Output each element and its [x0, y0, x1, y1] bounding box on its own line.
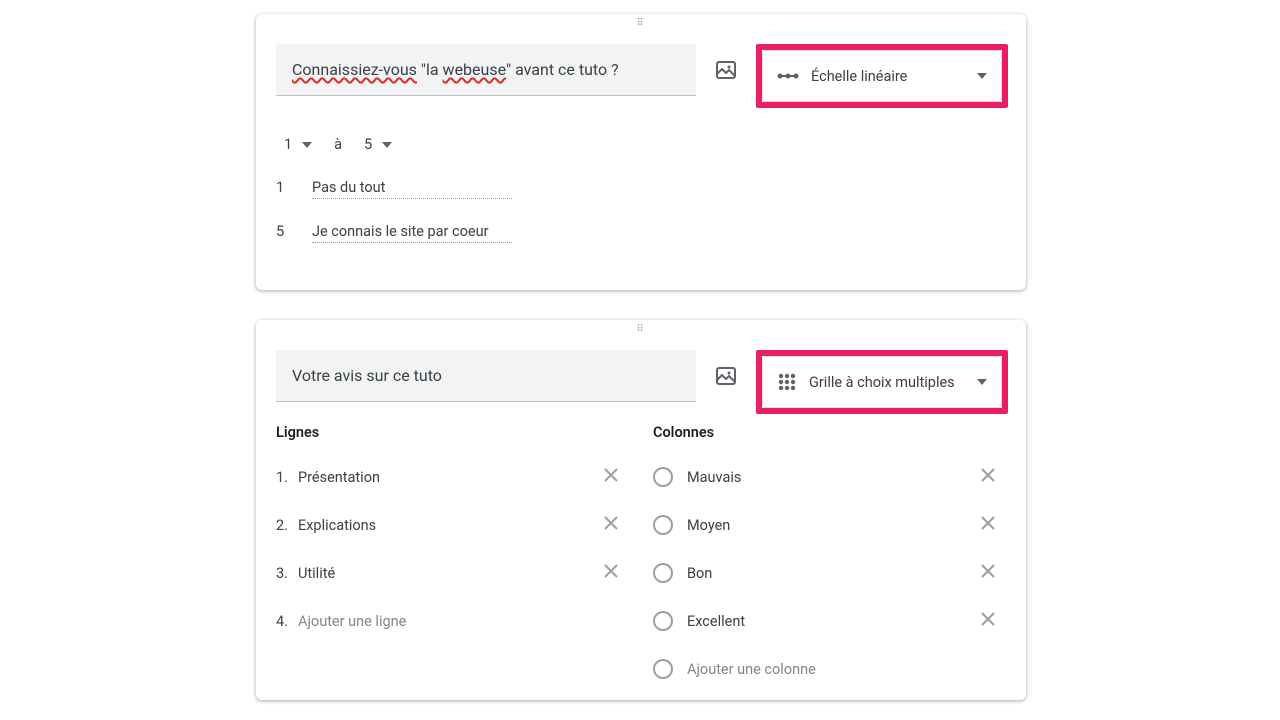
add-image-button[interactable] — [714, 362, 738, 390]
caret-down-icon — [977, 73, 987, 79]
radio-icon — [653, 467, 673, 487]
spellcheck-word: Connaissiez-vous — [292, 60, 417, 79]
grid-col-item[interactable]: Excellent — [653, 597, 1000, 645]
question-type-label: Grille à choix multiples — [809, 374, 955, 391]
scale-separator: à — [334, 136, 342, 153]
radio-icon — [653, 563, 673, 583]
remove-row-button[interactable] — [599, 511, 623, 539]
remove-row-button[interactable] — [599, 463, 623, 491]
caret-down-icon — [382, 142, 392, 148]
image-icon — [714, 58, 738, 82]
remove-col-button[interactable] — [976, 511, 1000, 539]
scale-from-select[interactable]: 1 — [284, 136, 312, 153]
add-image-button[interactable] — [714, 56, 738, 84]
question-card-linear-scale: ⠿ Connaissiez-vous "la webeuse" avant ce… — [256, 14, 1026, 290]
rows-header: Lignes — [276, 424, 623, 441]
grid-col-item[interactable]: Bon — [653, 549, 1000, 597]
remove-row-button[interactable] — [599, 559, 623, 587]
question-card-grid: ⠿ Votre avis sur ce tuto Grille à choix … — [256, 320, 1026, 700]
scale-min-label-input[interactable]: Pas du tout — [312, 177, 512, 199]
grid-row-item[interactable]: 3. Utilité — [276, 549, 623, 597]
scale-to-select[interactable]: 5 — [364, 136, 392, 153]
remove-col-button[interactable] — [976, 559, 1000, 587]
scale-max-label-input[interactable]: Je connais le site par coeur — [312, 221, 512, 243]
scale-min-number: 1 — [276, 179, 290, 196]
grid-col-item[interactable]: Mauvais — [653, 453, 1000, 501]
radio-icon — [653, 659, 673, 679]
close-icon — [980, 515, 996, 531]
caret-down-icon — [977, 379, 987, 385]
close-icon — [980, 611, 996, 627]
radio-icon — [653, 611, 673, 631]
drag-handle-icon[interactable]: ⠿ — [256, 320, 1026, 336]
add-row-button[interactable]: 4. Ajouter une ligne — [276, 597, 623, 645]
question-type-select[interactable]: Échelle linéaire — [762, 50, 1002, 102]
spellcheck-word: webeuse — [443, 60, 506, 79]
grid-cols-column: Colonnes Mauvais Moyen Bon Excellent — [653, 424, 1000, 693]
close-icon — [603, 563, 619, 579]
remove-col-button[interactable] — [976, 607, 1000, 635]
add-col-button[interactable]: Ajouter une colonne — [653, 645, 1000, 693]
close-icon — [603, 467, 619, 483]
question-type-select[interactable]: Grille à choix multiples — [762, 356, 1002, 408]
linear-scale-icon — [777, 71, 799, 81]
close-icon — [980, 563, 996, 579]
close-icon — [980, 467, 996, 483]
question-title-input[interactable]: Connaissiez-vous "la webeuse" avant ce t… — [276, 44, 696, 96]
image-icon — [714, 364, 738, 388]
close-icon — [603, 515, 619, 531]
grid-row-item[interactable]: 1. Présentation — [276, 453, 623, 501]
question-type-label: Échelle linéaire — [811, 68, 907, 85]
caret-down-icon — [302, 142, 312, 148]
scale-max-number: 5 — [276, 223, 290, 240]
remove-col-button[interactable] — [976, 463, 1000, 491]
grid-col-item[interactable]: Moyen — [653, 501, 1000, 549]
grid-icon — [777, 372, 797, 392]
annotation-highlight: Échelle linéaire — [756, 44, 1008, 108]
annotation-highlight: Grille à choix multiples — [756, 350, 1008, 414]
question-title-input[interactable]: Votre avis sur ce tuto — [276, 350, 696, 402]
radio-icon — [653, 515, 673, 535]
drag-handle-icon[interactable]: ⠿ — [256, 14, 1026, 30]
cols-header: Colonnes — [653, 424, 1000, 441]
grid-row-item[interactable]: 2. Explications — [276, 501, 623, 549]
grid-rows-column: Lignes 1. Présentation 2. Explications 3… — [276, 424, 623, 693]
